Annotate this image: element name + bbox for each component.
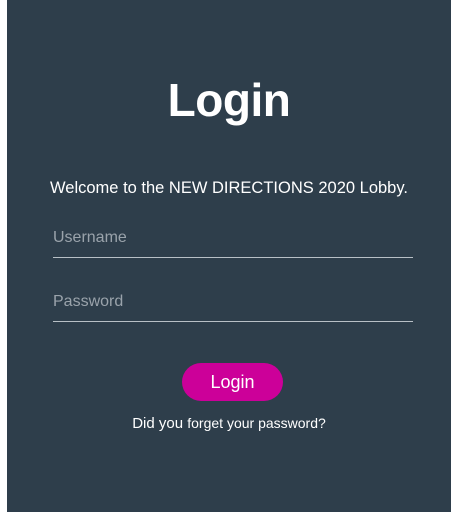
forgot-password-prefix: Did you bbox=[132, 415, 188, 432]
password-input[interactable] bbox=[53, 288, 413, 322]
password-field bbox=[53, 288, 413, 322]
welcome-message: Welcome to the NEW DIRECTIONS 2020 Lobby… bbox=[50, 179, 408, 197]
username-field bbox=[53, 224, 413, 258]
page-title: Login bbox=[167, 74, 291, 126]
forgot-password-link[interactable]: forget your password? bbox=[187, 415, 326, 431]
username-input[interactable] bbox=[53, 224, 413, 258]
forgot-password-text: Did you forget your password? bbox=[7, 413, 451, 434]
login-button[interactable]: Login bbox=[182, 363, 283, 401]
login-panel: Login Welcome to the NEW DIRECTIONS 2020… bbox=[7, 0, 451, 512]
